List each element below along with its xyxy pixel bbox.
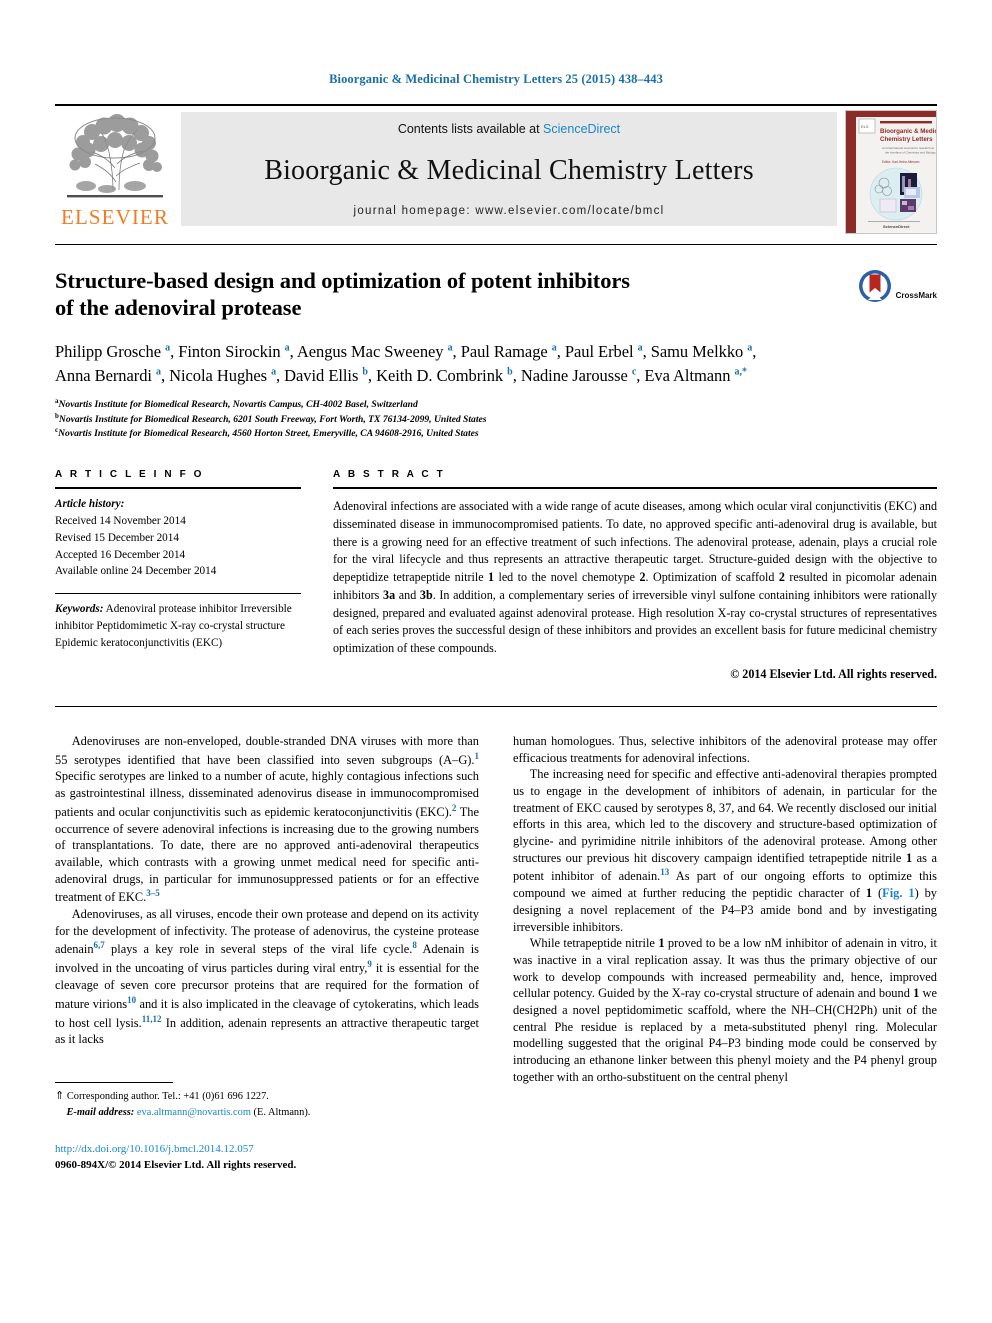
corresponding-author-note: ⇑ Corresponding author. Tel.: +41 (0)61 … — [55, 1088, 479, 1120]
text-run: While tetrapeptide nitrile — [529, 936, 659, 951]
keywords-block: Keywords: Adenoviral protease inhibitor … — [55, 594, 301, 651]
history-item: Received 14 November 2014 — [55, 514, 186, 527]
corresponding-text: Corresponding author. Tel.: +41 (0)61 69… — [66, 1090, 269, 1102]
contents-available-line: Contents lists available at ScienceDirec… — [398, 122, 620, 136]
article-history-label: Article history: — [55, 498, 125, 511]
keyword-item: Epidemic keratoconjunctivitis (EKC) — [55, 636, 223, 649]
keywords-label: Keywords: — [55, 603, 104, 616]
svg-text:ELS: ELS — [861, 124, 869, 129]
journal-masthead: ELSEVIER Contents lists available at Sci… — [55, 104, 937, 234]
abstract-heading: A B S T R A C T — [333, 469, 446, 481]
svg-text:Bioorganic & Medicinal: Bioorganic & Medicinal — [880, 128, 936, 135]
email-label: E-mail address: — [66, 1106, 135, 1118]
title-block: Structure-based design and optimization … — [55, 267, 937, 322]
svg-text:ScienceDirect: ScienceDirect — [883, 224, 910, 229]
affiliation-item: cNovartis Institute for Biomedical Resea… — [55, 426, 479, 440]
affiliation-list: aNovartis Institute for Biomedical Resea… — [55, 397, 937, 441]
body-left-column: Adenoviruses are non-enveloped, double-s… — [55, 733, 479, 1174]
affiliation-text: Novartis Institute for Biomedical Resear… — [58, 413, 487, 425]
history-item: Accepted 16 December 2014 — [55, 548, 186, 561]
text-run: plays a key role in several steps of the… — [104, 942, 413, 957]
text-run: Adenoviruses are non-enveloped, double-s… — [55, 734, 479, 767]
reference-marker: 11,12 — [141, 1013, 162, 1024]
article-page: Bioorganic & Medicinal Chemistry Letters… — [0, 0, 992, 1323]
crossmark-icon — [858, 270, 891, 302]
affiliation-text: Novartis Institute for Biomedical Resear… — [58, 398, 418, 410]
text-run: The occurrence of severe adenoviral infe… — [55, 804, 479, 905]
corresponding-star: ⇑ — [55, 1089, 65, 1102]
issn-copyright-line: 0960-894X/© 2014 Elsevier Ltd. All right… — [55, 1159, 297, 1172]
elsevier-wordmark: ELSEVIER — [61, 205, 169, 229]
article-info-heading: A R T I C L E I N F O — [55, 469, 205, 481]
elsevier-logo: ELSEVIER — [55, 106, 175, 232]
crossmark-badge[interactable]: CrossMark — [829, 267, 937, 322]
svg-text:Editor: Karl-Heinz Altmann: Editor: Karl-Heinz Altmann — [882, 160, 920, 164]
text-run: and — [395, 587, 420, 602]
abstract-copyright: © 2014 Elsevier Ltd. All rights reserved… — [730, 667, 937, 681]
text-run: human homologues. Thus, selective inhibi… — [513, 734, 937, 765]
text-run: . Optimization of scaffold — [645, 570, 779, 585]
body-top-rule — [55, 706, 937, 707]
page-title: Structure-based design and optimization … — [55, 267, 819, 322]
doi-link[interactable]: http://dx.doi.org/10.1016/j.bmcl.2014.12… — [55, 1142, 479, 1158]
history-item: Revised 15 December 2014 — [55, 531, 179, 544]
abstract-text: Adenoviral infections are associated wit… — [333, 489, 937, 658]
contents-prefix: Contents lists available at — [397, 122, 544, 136]
figure-link[interactable]: Fig. 1 — [882, 886, 914, 900]
compound-label: 3b — [419, 587, 433, 602]
body-paragraph: human homologues. Thus, selective inhibi… — [513, 733, 937, 766]
abstract-column: A B S T R A C T Adenoviral infections ar… — [323, 469, 937, 682]
body-paragraph: While tetrapeptide nitrile 1 proved to b… — [513, 935, 937, 1085]
svg-text:An International Journal for r: An International Journal for research at — [882, 146, 934, 150]
affiliation-item: aNovartis Institute for Biomedical Resea… — [55, 396, 418, 410]
affiliation-item: bNovartis Institute for Biomedical Resea… — [55, 411, 487, 425]
email-link[interactable]: eva.altmann@novartis.com — [137, 1107, 251, 1118]
journal-cover-thumbnail: ELS Bioorganic & Medicinal Chemistry Let… — [845, 110, 937, 234]
email-suffix: (E. Altmann). — [253, 1106, 311, 1118]
compound-label: 3a — [383, 587, 396, 602]
running-head: Bioorganic & Medicinal Chemistry Letters… — [329, 72, 663, 86]
text-run: led to the novel chemotype — [494, 570, 640, 585]
reference-marker: 6,7 — [93, 940, 105, 951]
author-list: Philipp Grosche a, Finton Sirockin a, Ae… — [55, 340, 937, 388]
body-right-column: human homologues. Thus, selective inhibi… — [513, 733, 937, 1174]
journal-title: Bioorganic & Medicinal Chemistry Letters — [264, 154, 754, 186]
body-paragraph: Adenoviruses are non-enveloped, double-s… — [55, 733, 479, 906]
affiliation-text: Novartis Institute for Biomedical Resear… — [58, 428, 479, 440]
title-line-2: of the adenoviral protease — [55, 295, 302, 321]
body-paragraph: The increasing need for specific and eff… — [513, 766, 937, 935]
svg-text:Chemistry Letters: Chemistry Letters — [880, 136, 933, 143]
keyword-item: Adenoviral protease inhibitor — [105, 603, 238, 616]
sciencedirect-link[interactable]: ScienceDirect — [543, 122, 620, 136]
doi-block: http://dx.doi.org/10.1016/j.bmcl.2014.12… — [55, 1142, 479, 1174]
article-history-block: Article history: Received 14 November 20… — [55, 489, 301, 580]
history-item: Available online 24 December 2014 — [55, 565, 217, 578]
footnote-rule — [55, 1081, 173, 1083]
authors-line-2: Anna Bernardi a, Nicola Hughes a, David … — [55, 365, 747, 385]
info-abstract-section: A R T I C L E I N F O Article history: R… — [55, 469, 937, 682]
footnote-block: ⇑ Corresponding author. Tel.: +41 (0)61 … — [55, 1081, 479, 1174]
body-columns: Adenoviruses are non-enveloped, double-s… — [55, 733, 937, 1174]
journal-band: Contents lists available at ScienceDirec… — [181, 112, 837, 226]
elsevier-tree-icon — [67, 114, 163, 198]
text-run: The increasing need for specific and eff… — [513, 767, 937, 865]
body-paragraph: Adenoviruses, as all viruses, encode the… — [55, 906, 479, 1048]
reference-marker: 13 — [660, 867, 670, 878]
svg-text:the interface of Chemistry and: the interface of Chemistry and Biology — [885, 151, 936, 155]
text-run: ( — [872, 886, 883, 901]
masthead-bottom-rule — [55, 244, 937, 245]
title-line-1: Structure-based design and optimization … — [55, 268, 630, 293]
keyword-item: Peptidomimetic — [96, 619, 168, 632]
reference-marker: 3–5 — [146, 888, 160, 899]
crossmark-label: CrossMark — [895, 290, 937, 300]
reference-marker: 1 — [474, 750, 480, 761]
text-run: Specific serotypes are linked to a numbe… — [55, 769, 479, 819]
reference-marker: 10 — [127, 994, 137, 1005]
authors-line-1: Philipp Grosche a, Finton Sirockin a, Ae… — [55, 341, 757, 361]
article-info-column: A R T I C L E I N F O Article history: R… — [55, 469, 323, 682]
journal-homepage-line[interactable]: journal homepage: www.elsevier.com/locat… — [353, 205, 664, 217]
text-run: we designed a novel peptidomimetic scaff… — [513, 986, 937, 1084]
cover-artwork: ELS Bioorganic & Medicinal Chemistry Let… — [846, 111, 936, 233]
keyword-item: X-ray co-crystal structure — [170, 619, 285, 632]
